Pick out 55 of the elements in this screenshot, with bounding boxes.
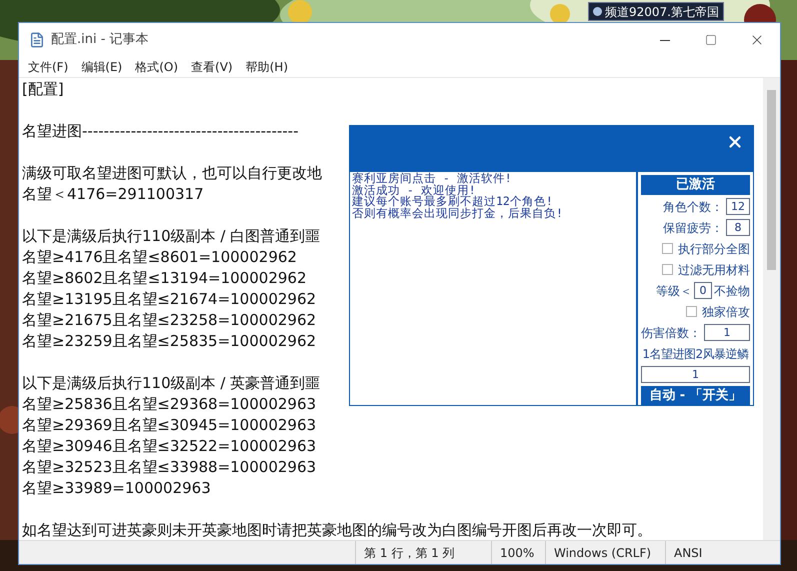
field-label: 伤害倍数：: [641, 324, 701, 342]
field-label: 等级＜: [656, 282, 692, 300]
input-field[interactable]: 12: [726, 198, 750, 215]
text-line: 名望≥32523且名望≤33988=100002963: [22, 457, 316, 478]
field-label: 角色个数：: [663, 198, 723, 216]
text-line: 名望≥29369且名望≤30945=100002963: [22, 415, 316, 436]
auto-toggle-button[interactable]: 自动 - 「开关」: [641, 386, 750, 405]
text-line: 以下是满级后执行110级副本 / 白图普通到噩: [22, 226, 320, 247]
status-text: 第 1 行，第 1 列: [364, 544, 455, 562]
text-line: 名望≥8602且名望≤13194=100002962: [22, 268, 306, 289]
menu-item[interactable]: 编辑(E): [78, 58, 126, 76]
text-line: 以下是满级后执行110级副本 / 英豪普通到噩: [22, 373, 320, 394]
text-line: 名望进图----------------------------------------: [22, 121, 299, 142]
activated-button[interactable]: 已激活: [641, 175, 750, 194]
maximize-icon: [705, 34, 717, 46]
text-line: 名望≥30946且名望≤32522=100002963: [22, 436, 316, 457]
checkbox[interactable]: [686, 306, 697, 317]
checkbox[interactable]: [662, 243, 673, 254]
text-line: 名望≥25836且名望≤29368=100002963: [22, 394, 316, 415]
text-line: 如名望达到可进英豪则未开英豪地图时请把英豪地图的编号改为白图编号开图后再改一次即可。: [22, 520, 652, 540]
checkbox[interactable]: [662, 264, 673, 275]
checkbox-label: 过滤无用材料: [678, 262, 750, 278]
globe-icon: [593, 7, 602, 16]
text-line: 名望≥4176且名望≤8601=100002962: [22, 247, 297, 268]
log-line: 否则有概率会出现同步打金，后果自负!: [352, 208, 563, 219]
menu-item[interactable]: 文件(F): [25, 58, 72, 76]
window-title: 配置.ini - 记事本: [51, 31, 149, 50]
input-field[interactable]: 1: [641, 366, 750, 382]
channel-name: 频道92007.第七帝国: [605, 4, 719, 20]
checkbox-label: 执行部分全图: [678, 240, 750, 258]
status-text: ANSI: [674, 544, 702, 562]
text-line: 名望≥13195且名望≤21674=100002962: [22, 289, 316, 310]
checkbox-label: 独家倍攻: [702, 304, 750, 320]
status-text: 100%: [500, 544, 534, 562]
text-line: 名望≥23259且名望≤25835=100002962: [22, 331, 316, 352]
menu-item[interactable]: 查看(V): [188, 58, 236, 76]
field-label: 不捡物: [714, 282, 750, 300]
menu-item[interactable]: 帮助(H): [242, 58, 291, 76]
input-field[interactable]: 0: [694, 282, 712, 299]
text-line: 名望＜4176=291100317: [22, 184, 204, 205]
text-line: [配置]: [22, 79, 64, 100]
mode-label: 1名望进图2风暴逆鳞: [641, 346, 750, 362]
scrollbar[interactable]: [763, 78, 780, 540]
text-line: 满级可取名望进图可默认，也可以自行更改地: [22, 163, 322, 184]
notepad-icon: [29, 32, 45, 48]
log-line: 建议每个账号最多刷不超过12个角色!: [352, 196, 553, 208]
log-line: 激活成功 - 欢迎使用!: [352, 184, 476, 196]
input-field[interactable]: 8: [726, 219, 750, 236]
text-line: 名望≥33989=100002963: [22, 478, 211, 499]
text-line: 名望≥21675且名望≤23258=100002962: [22, 310, 316, 331]
field-label: 保留疲劳：: [663, 220, 723, 236]
input-field[interactable]: 1: [704, 324, 750, 341]
log-line: 赛利亚房间点击 - 激活软件!: [352, 173, 512, 184]
status-text: Windows (CRLF): [554, 544, 652, 562]
menu-item[interactable]: 格式(O): [132, 58, 182, 76]
